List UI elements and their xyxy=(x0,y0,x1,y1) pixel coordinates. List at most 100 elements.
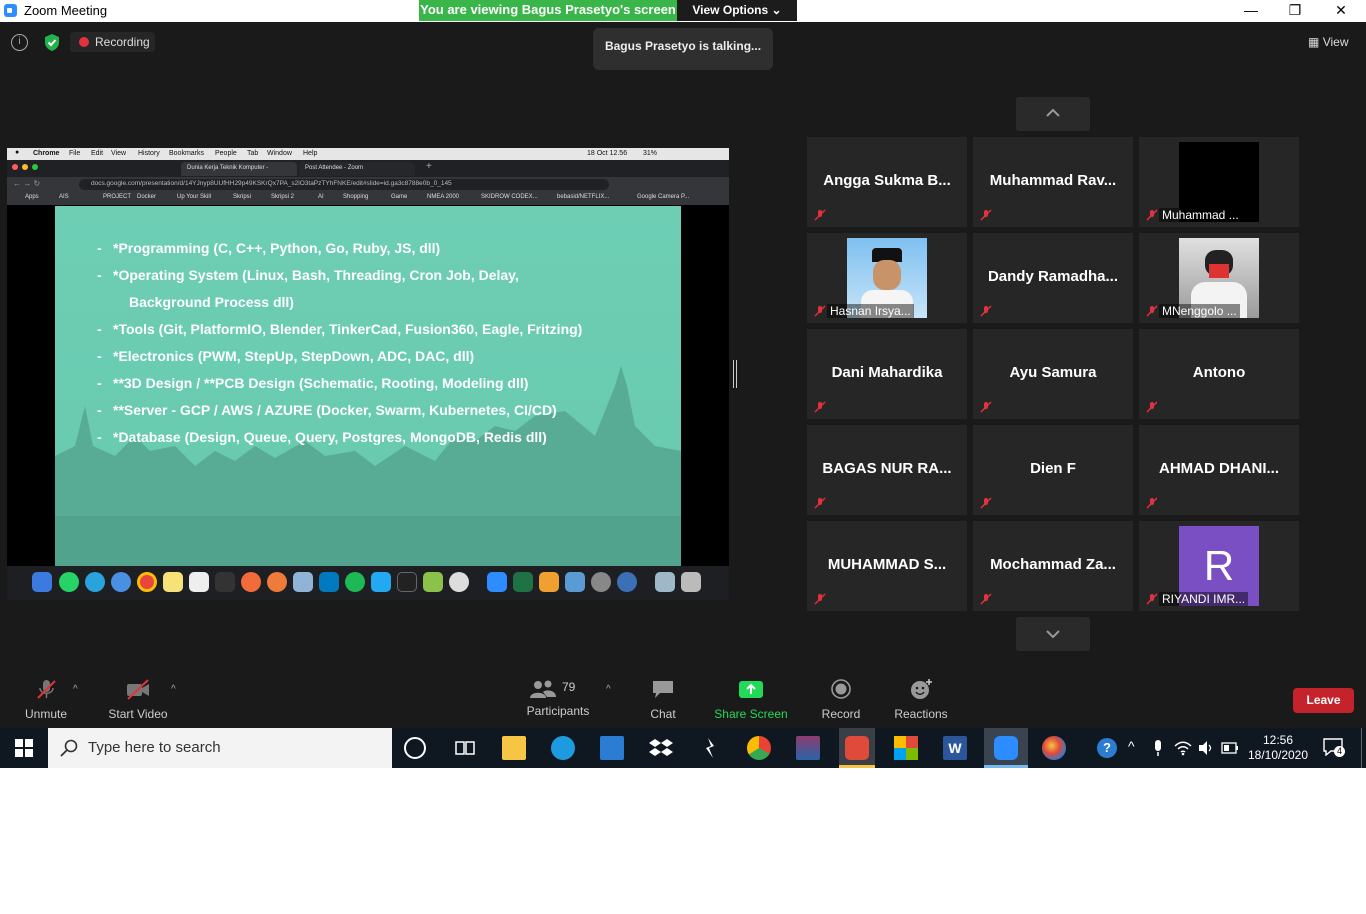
leave-button[interactable]: Leave xyxy=(1293,688,1354,713)
participant-tile[interactable]: Dandy Ramadha... xyxy=(973,233,1133,323)
browser-tab-label: Dunia Kerja Teknik Komputer - xyxy=(187,165,269,171)
trello-icon xyxy=(319,572,339,592)
browser-tab-label: Post Attendee - Zoom xyxy=(305,165,364,171)
view-options-button[interactable]: View Options ⌄ xyxy=(677,0,797,21)
search-icon xyxy=(60,739,78,757)
splitter-handle[interactable] xyxy=(733,360,737,388)
chat-button[interactable]: Chat xyxy=(636,678,690,721)
bookmark-item: AIS xyxy=(59,194,69,200)
bookmark-item: bebasid/NETFLIX... xyxy=(557,194,610,200)
info-icon[interactable]: i xyxy=(11,34,28,51)
muted-mic-icon xyxy=(814,401,826,413)
share-screen-button[interactable]: Share Screen xyxy=(712,678,790,721)
participant-tile[interactable]: Muhammad Rav... xyxy=(973,137,1133,227)
bookmark-item: Skripsi 2 xyxy=(271,194,295,200)
participant-tile[interactable]: Ayu Samura xyxy=(973,329,1133,419)
minimize-button[interactable]: — xyxy=(1228,0,1274,22)
app-bolt-icon[interactable] xyxy=(698,736,722,760)
view-button[interactable]: ▦ View xyxy=(1308,35,1348,49)
chrome-tab-strip: Dunia Kerja Teknik Komputer - Post Atten… xyxy=(7,160,729,177)
mac-clock: 18 Oct 12.56 xyxy=(587,150,628,157)
slide-bullet: *Electronics (PWM, StepUp, StepDown, ADC… xyxy=(97,348,474,364)
maximize-button[interactable]: ❐ xyxy=(1272,0,1318,22)
dropbox-icon[interactable] xyxy=(649,736,673,760)
participant-tile[interactable]: Dani Mahardika xyxy=(807,329,967,419)
video-options-chevron-icon[interactable]: ^ xyxy=(171,684,176,695)
show-desktop-button[interactable] xyxy=(1361,728,1362,768)
chevron-down-icon: ⌄ xyxy=(771,3,782,17)
cortana-icon[interactable] xyxy=(404,737,426,759)
window-title: Zoom Meeting xyxy=(24,3,108,18)
mac-menu-item: Help xyxy=(303,150,318,157)
winrar-icon[interactable] xyxy=(796,736,820,760)
excel-icon xyxy=(513,572,533,592)
participants-button[interactable]: 79 Participants xyxy=(522,678,594,718)
help-icon[interactable]: ? xyxy=(1097,738,1117,758)
mail-icon[interactable] xyxy=(600,736,624,760)
participant-name: Hasnan Irsya... xyxy=(827,304,914,318)
participant-tile[interactable]: R RIYANDI IMR... xyxy=(1139,521,1299,611)
participant-tile[interactable]: Hasnan Irsya... xyxy=(807,233,967,323)
record-button[interactable]: Record xyxy=(814,678,868,721)
clock-time: 12:56 xyxy=(1262,733,1294,747)
mac-max-dot-icon xyxy=(32,164,38,170)
chevron-down-icon xyxy=(1046,630,1060,639)
muted-mic-icon xyxy=(980,401,992,413)
participant-tile[interactable]: BAGAS NUR RA... xyxy=(807,425,967,515)
tray-chevron-icon[interactable]: ^ xyxy=(1128,738,1135,754)
close-button[interactable]: ✕ xyxy=(1318,0,1364,22)
taskbar-zoom-app[interactable] xyxy=(984,728,1028,768)
microphone-tray-icon[interactable] xyxy=(1151,739,1165,757)
action-center-button[interactable]: 4 xyxy=(1323,738,1345,758)
volume-icon[interactable] xyxy=(1198,740,1214,756)
unmute-button[interactable]: Unmute xyxy=(20,678,72,721)
office-icon[interactable] xyxy=(894,736,918,760)
app-icon xyxy=(617,572,637,592)
safari-icon xyxy=(111,572,131,592)
edge-icon[interactable] xyxy=(551,736,575,760)
mac-close-dot-icon xyxy=(12,164,18,170)
shield-icon[interactable] xyxy=(44,33,60,52)
chrome-taskbar-icon[interactable] xyxy=(747,736,771,760)
share-screen-icon xyxy=(739,681,763,698)
word-icon[interactable]: W xyxy=(943,736,967,760)
participant-tile[interactable]: Dien F xyxy=(973,425,1133,515)
paint-icon[interactable] xyxy=(1042,736,1066,760)
meeting-area: i Recording ▦ View Bagus Prasetyo is tal… xyxy=(0,22,1366,728)
participant-name: Mochammad Za... xyxy=(990,556,1116,573)
reactions-button[interactable]: Reactions xyxy=(890,678,952,721)
app-icon xyxy=(267,572,287,592)
taskbar-search-box[interactable]: Type here to search xyxy=(48,728,392,768)
participants-count: 79 xyxy=(562,680,576,694)
windows-start-icon[interactable] xyxy=(15,739,33,757)
file-explorer-icon[interactable] xyxy=(502,736,526,760)
task-view-icon[interactable] xyxy=(453,736,477,760)
battery-icon[interactable] xyxy=(1221,741,1239,755)
presentation-slide: *Programming (C, C++, Python, Go, Ruby, … xyxy=(55,206,681,566)
network-icon[interactable] xyxy=(1174,740,1192,756)
gallery-next-page-button[interactable] xyxy=(1016,617,1090,651)
participant-tile[interactable]: Antono xyxy=(1139,329,1299,419)
taskbar-active-app[interactable] xyxy=(839,728,875,768)
chat-label: Chat xyxy=(650,707,676,721)
slide-bullet: *Operating System (Linux, Bash, Threadin… xyxy=(97,267,519,283)
participant-tile[interactable]: AHMAD DHANI... xyxy=(1139,425,1299,515)
participant-tile[interactable]: MNenggolo ... xyxy=(1139,233,1299,323)
taskbar-clock[interactable]: 12:56 18/10/2020 xyxy=(1240,733,1316,763)
share-screen-label: Share Screen xyxy=(714,707,788,721)
bookmark-item: Apps xyxy=(25,194,39,200)
bookmark-item: Game xyxy=(391,194,408,200)
audio-options-chevron-icon[interactable]: ^ xyxy=(73,684,78,695)
start-video-button[interactable]: Start Video xyxy=(104,678,172,721)
participant-tile[interactable]: Muhammad ... xyxy=(1139,137,1299,227)
participant-tile[interactable]: Mochammad Za... xyxy=(973,521,1133,611)
participant-tile[interactable]: MUHAMMAD S... xyxy=(807,521,967,611)
participants-options-chevron-icon[interactable]: ^ xyxy=(606,684,611,695)
bookmarks-bar: Apps AIS PROJECT Docker Up Your Skill Sk… xyxy=(7,192,729,205)
recording-indicator[interactable]: Recording xyxy=(70,32,155,52)
vscode-icon xyxy=(371,572,391,592)
gallery-prev-page-button[interactable] xyxy=(1016,97,1090,131)
mac-menu-item: View xyxy=(111,150,127,157)
participant-tile[interactable]: Angga Sukma B... xyxy=(807,137,967,227)
participant-name: Angga Sukma B... xyxy=(823,172,951,189)
